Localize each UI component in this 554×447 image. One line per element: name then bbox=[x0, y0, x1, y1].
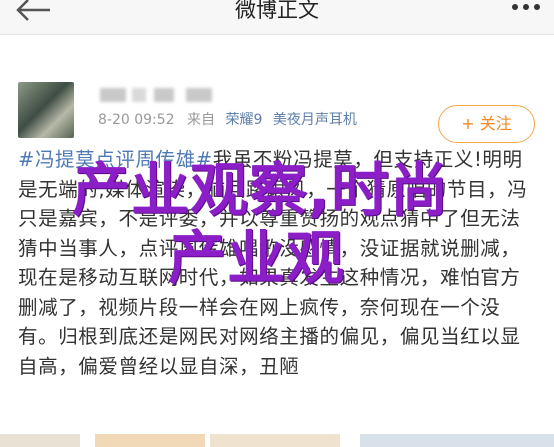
image-thumbnail[interactable] bbox=[95, 434, 205, 447]
source-prefix: 来自 bbox=[187, 112, 216, 128]
username-blurred[interactable] bbox=[98, 80, 248, 110]
post-header: 8-20 09:52 来自 荣耀9 美夜月声耳机 + 关注 bbox=[0, 36, 554, 146]
follow-button[interactable]: + 关注 bbox=[438, 105, 535, 143]
top-navigation-bar: 微博正文 bbox=[0, 0, 554, 35]
device-link-2[interactable]: 美夜月声耳机 bbox=[273, 112, 357, 128]
watermark-line-2: 产业观 bbox=[168, 224, 346, 292]
image-thumbnail[interactable] bbox=[210, 434, 340, 447]
post-meta: 8-20 09:52 来自 荣耀9 美夜月声耳机 bbox=[98, 109, 357, 129]
avatar[interactable] bbox=[18, 82, 74, 138]
image-thumbnail[interactable] bbox=[360, 434, 554, 447]
more-options-icon[interactable] bbox=[506, 0, 546, 20]
device-link[interactable]: 荣耀9 bbox=[225, 112, 262, 128]
page-title: 微博正文 bbox=[235, 0, 319, 22]
post-time: 8-20 09:52 bbox=[98, 112, 175, 128]
watermark-line-1: 产业观察,时尚 bbox=[72, 156, 450, 224]
attached-images-strip[interactable] bbox=[0, 434, 554, 447]
image-thumbnail[interactable] bbox=[0, 434, 80, 447]
